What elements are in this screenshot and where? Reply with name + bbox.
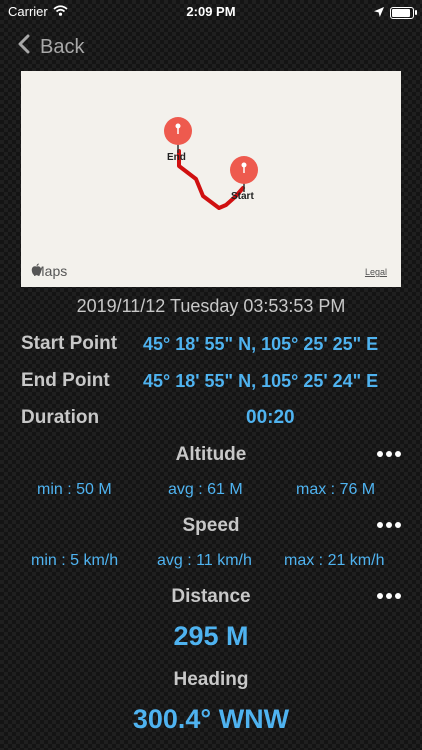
- location-arrow-icon: [374, 5, 384, 20]
- maps-logo: Maps: [31, 263, 67, 279]
- trip-date: 2019/11/12 Tuesday 03:53:53 PM: [76, 296, 346, 316]
- battery-icon: [390, 6, 417, 19]
- legal-link[interactable]: Legal: [365, 267, 387, 277]
- distance-more-button[interactable]: [374, 586, 404, 606]
- start-pin-icon: [230, 156, 258, 192]
- speed-max: max : 21 km/h: [284, 552, 385, 569]
- altitude-min: min : 50 M: [37, 481, 112, 498]
- start-pin-label: Start: [231, 191, 254, 202]
- altitude-avg: avg : 61 M: [168, 481, 243, 498]
- end-pin-label: End: [167, 152, 186, 163]
- distance-value: 295 M: [173, 621, 249, 651]
- speed-min: min : 5 km/h: [31, 552, 119, 569]
- duration-label: Duration: [21, 407, 100, 428]
- heading-title: Heading: [173, 669, 249, 690]
- status-indicators: [374, 5, 417, 20]
- chevron-left-icon: [18, 34, 30, 60]
- distance-title: Distance: [171, 586, 251, 607]
- speed-avg: avg : 11 km/h: [157, 552, 252, 569]
- back-label: Back: [40, 35, 85, 58]
- start-point-value: 45° 18' 55" N, 105° 25' 25" E: [143, 334, 379, 354]
- altitude-title: Altitude: [175, 444, 247, 465]
- status-time: 2:09 PM: [186, 4, 236, 19]
- route-map[interactable]: End Start Maps Legal: [21, 71, 401, 287]
- duration-value: 00:20: [246, 407, 295, 428]
- end-point-value: 45° 18' 55" N, 105° 25' 24" E: [143, 371, 379, 391]
- end-pin-icon: [164, 117, 192, 153]
- speed-more-button[interactable]: [374, 515, 404, 535]
- status-bar: Carrier 2:09 PM: [0, 0, 422, 22]
- route-map-canvas: [164, 117, 258, 210]
- heading-value: 300.4° WNW: [132, 704, 290, 734]
- altitude-more-button[interactable]: [374, 444, 404, 464]
- start-point-label: Start Point: [21, 333, 118, 354]
- end-point-label: End Point: [21, 370, 110, 391]
- speed-title: Speed: [182, 515, 240, 536]
- altitude-max: max : 76 M: [296, 481, 376, 498]
- back-button[interactable]: Back: [18, 34, 84, 60]
